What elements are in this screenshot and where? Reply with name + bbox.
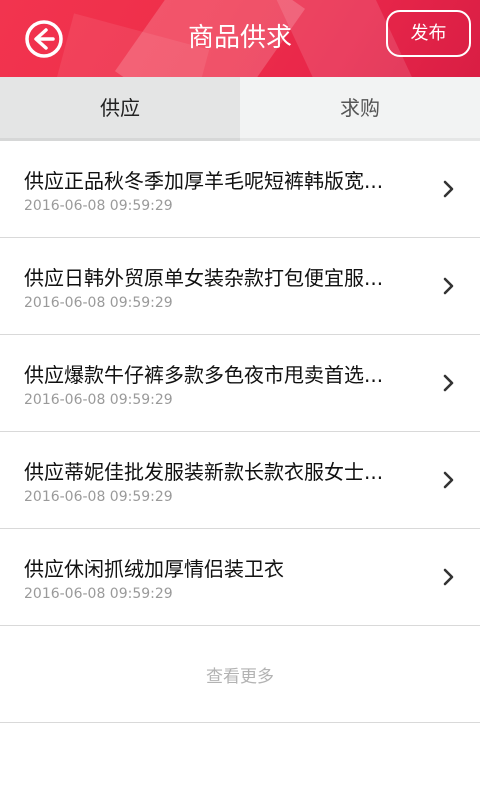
load-more-button[interactable]: 查看更多 (0, 632, 480, 723)
item-date: 2016-06-08 09:59:29 (24, 586, 173, 602)
item-title: 供应蒂妮佳批发服装新款长款衣服女士... (24, 460, 384, 484)
publish-button[interactable]: 发布 (386, 10, 471, 57)
chevron-right-icon (443, 180, 454, 198)
item-title: 供应正品秋冬季加厚羊毛呢短裤韩版宽... (24, 169, 384, 193)
item-title: 供应爆款牛仔裤多款多色夜市甩卖首选... (24, 363, 384, 387)
item-date: 2016-06-08 09:59:29 (24, 198, 173, 214)
list-item[interactable]: 供应爆款牛仔裤多款多色夜市甩卖首选... 2016-06-08 09:59:29 (0, 335, 480, 432)
item-date: 2016-06-08 09:59:29 (24, 295, 173, 311)
tab-supply[interactable]: 供应 (0, 77, 240, 141)
chevron-right-icon (443, 471, 454, 489)
list-item[interactable]: 供应蒂妮佳批发服装新款长款衣服女士... 2016-06-08 09:59:29 (0, 432, 480, 529)
item-title: 供应日韩外贸原单女装杂款打包便宜服... (24, 266, 384, 290)
header-bar: 商品供求 发布 (0, 0, 480, 77)
list-item[interactable]: 供应正品秋冬季加厚羊毛呢短裤韩版宽... 2016-06-08 09:59:29 (0, 141, 480, 238)
list-item[interactable]: 供应日韩外贸原单女装杂款打包便宜服... 2016-06-08 09:59:29 (0, 238, 480, 335)
item-title: 供应休闲抓绒加厚情侣装卫衣 (24, 557, 284, 581)
chevron-right-icon (443, 568, 454, 586)
chevron-right-icon (443, 277, 454, 295)
chevron-right-icon (443, 374, 454, 392)
list-item[interactable]: 供应休闲抓绒加厚情侣装卫衣 2016-06-08 09:59:29 (0, 529, 480, 626)
item-date: 2016-06-08 09:59:29 (24, 392, 173, 408)
tab-purchase[interactable]: 求购 (240, 77, 480, 141)
item-date: 2016-06-08 09:59:29 (24, 489, 173, 505)
supply-list: 供应正品秋冬季加厚羊毛呢短裤韩版宽... 2016-06-08 09:59:29… (0, 141, 480, 626)
tab-bar: 供应 求购 (0, 77, 480, 141)
